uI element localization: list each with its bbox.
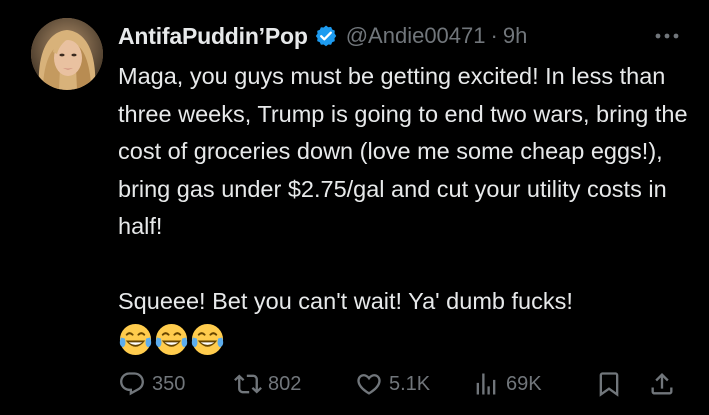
tweet[interactable]: AntifaPuddin’Pop @Andie00471 · 9h Maga, … [0,0,709,415]
tears-of-joy-emoji-icon [154,322,189,357]
like-count: 5.1K [389,372,431,395]
reply-button[interactable]: 350 [118,370,185,398]
repost-count: 802 [268,372,302,395]
tweet-actions: 350 802 5.1K 69K [118,364,683,404]
more-options-icon[interactable] [653,24,681,48]
tweet-paragraph: Maga, you guys must be getting excited! … [118,63,688,239]
repost-icon [234,370,262,398]
emoji-row [118,321,688,358]
separator-dot: · [490,23,498,48]
reply-icon [118,370,146,398]
timestamp[interactable]: 9h [503,23,527,49]
author-display-name[interactable]: AntifaPuddin’Pop [118,23,308,50]
bookmark-icon [595,370,623,398]
like-button[interactable]: 5.1K [355,370,430,398]
verified-badge-icon[interactable] [314,24,338,48]
share-icon [648,370,676,398]
tweet-header: AntifaPuddin’Pop @Andie00471 · 9h [118,20,681,52]
tweet-paragraph: Squeee! Bet you can't wait! Ya' dumb fuc… [118,288,573,314]
tweet-text: Maga, you guys must be getting excited! … [118,58,688,358]
repost-button[interactable]: 802 [234,370,301,398]
tears-of-joy-emoji-icon [118,322,153,357]
views-count: 69K [506,372,542,395]
views-button[interactable]: 69K [472,370,542,398]
tears-of-joy-emoji-icon [190,322,225,357]
author-handle[interactable]: @Andie00471 [346,23,486,49]
reply-count: 350 [152,372,186,395]
bookmark-button[interactable] [595,370,623,398]
heart-icon [355,370,383,398]
avatar[interactable] [31,18,103,90]
share-button[interactable] [648,370,676,398]
analytics-icon [472,370,500,398]
